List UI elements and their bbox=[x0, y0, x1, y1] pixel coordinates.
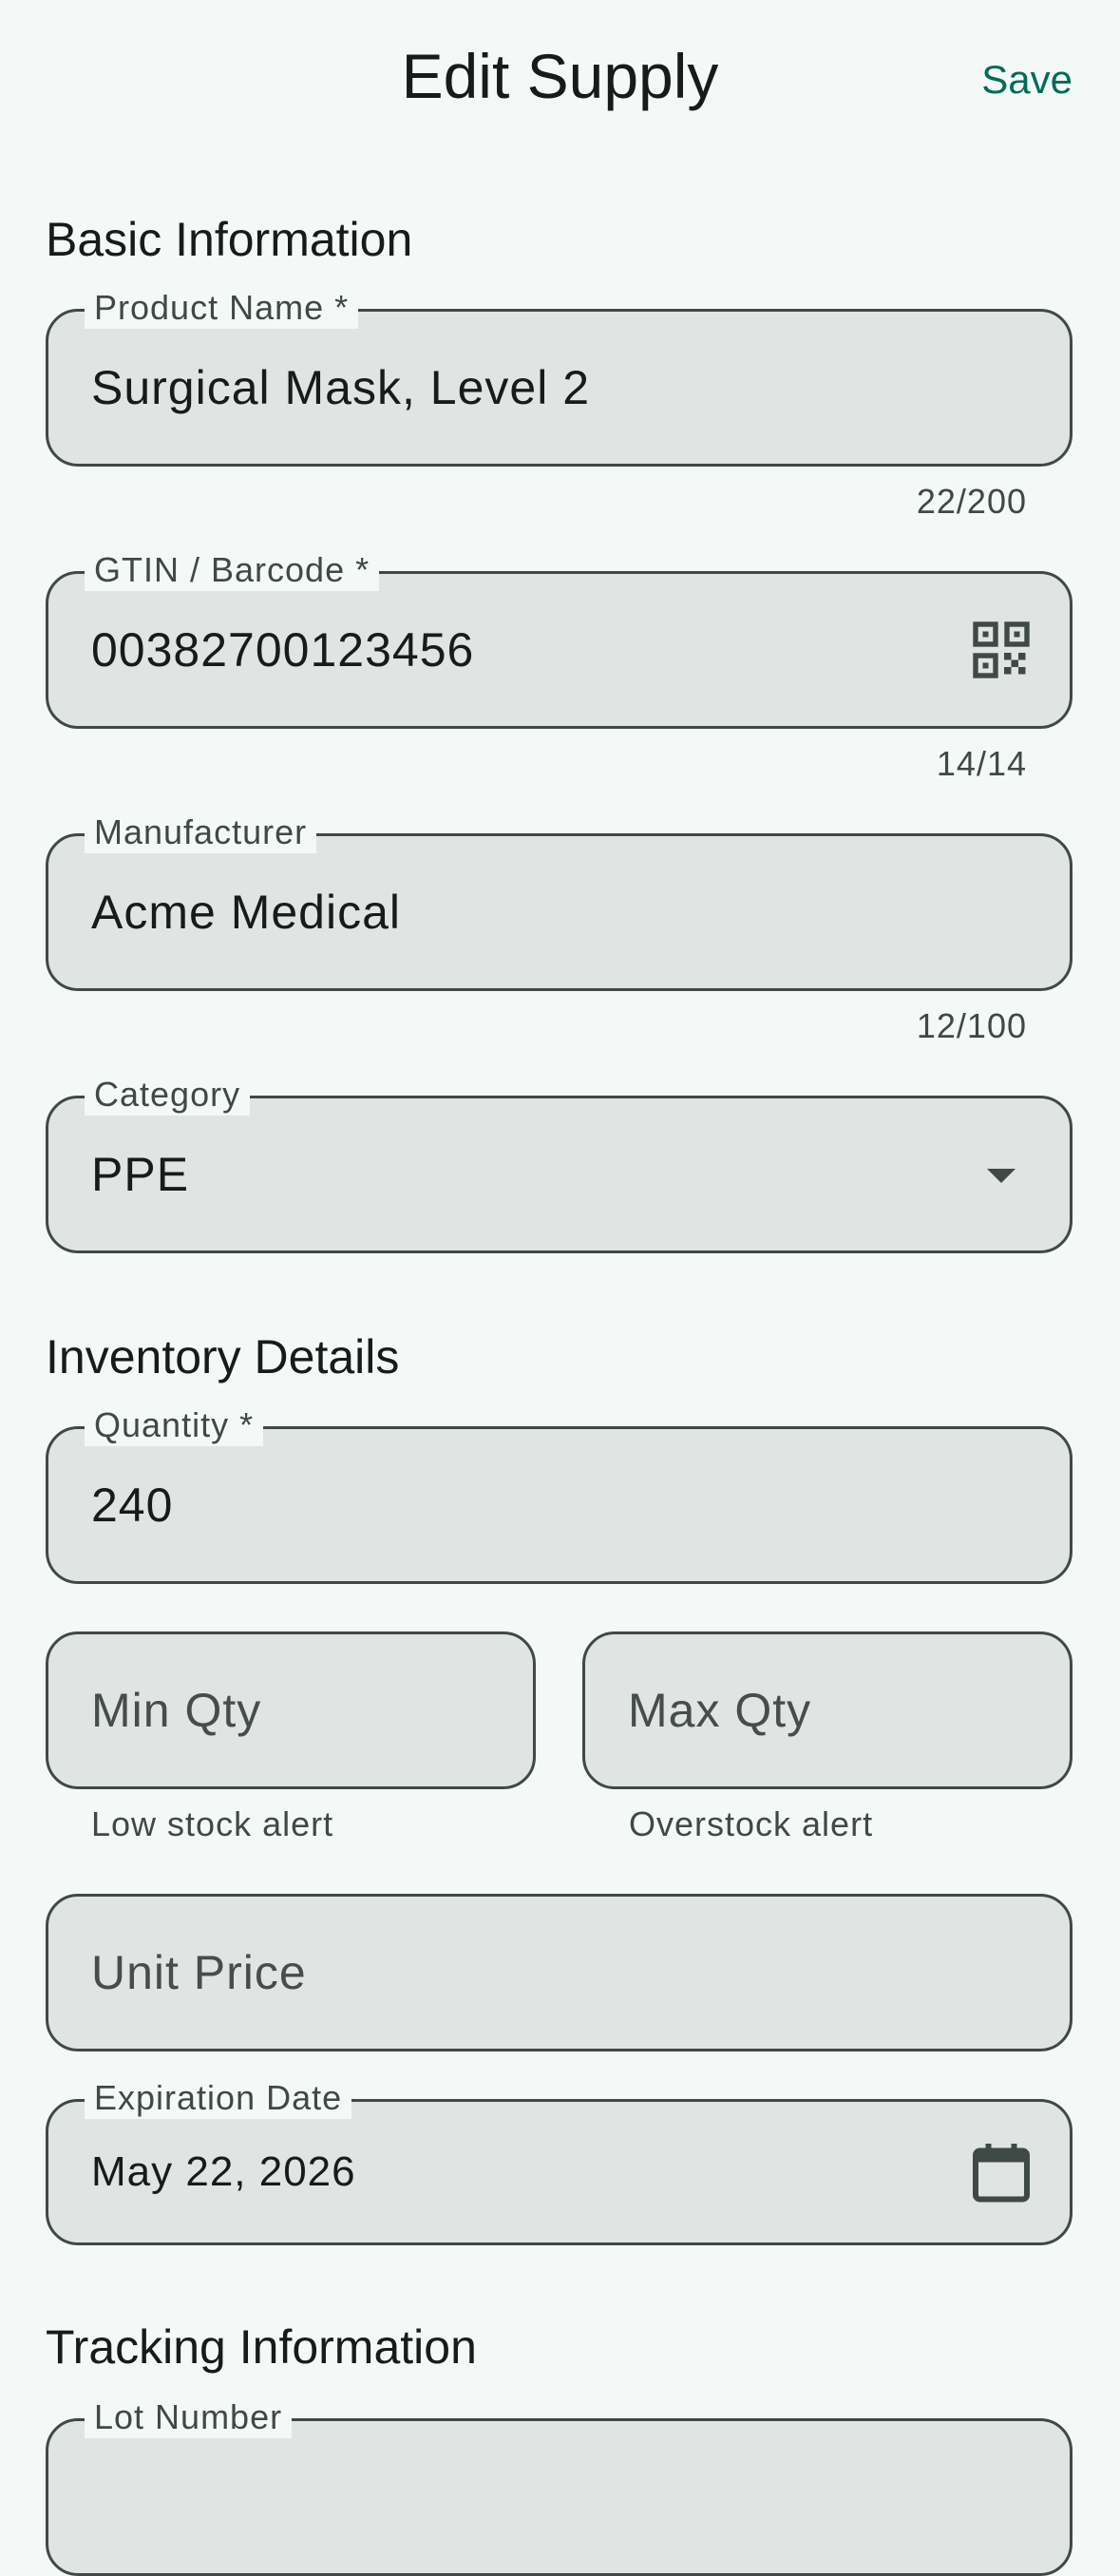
max-qty-helper: Overstock alert bbox=[629, 1804, 874, 1843]
lot-number-field[interactable]: Lot Number bbox=[46, 2396, 1073, 2576]
product-name-field[interactable]: Product Name * Surgical Mask, Level 2 bbox=[46, 287, 1073, 467]
top-app-bar: Edit Supply Save bbox=[0, 0, 1120, 152]
quantity-input[interactable]: 240 bbox=[91, 1477, 173, 1534]
expiration-date-label: Expiration Date bbox=[85, 2077, 352, 2119]
manufacturer-field[interactable]: Manufacturer Acme Medical bbox=[46, 811, 1073, 991]
dropdown-arrow-icon[interactable] bbox=[967, 1140, 1035, 1209]
category-value: PPE bbox=[91, 1148, 190, 1201]
page-title: Edit Supply bbox=[401, 41, 719, 111]
product-name-label: Product Name * bbox=[85, 287, 359, 329]
gtin-counter: 14/14 bbox=[936, 744, 1027, 783]
min-qty-field[interactable]: Min Qty bbox=[46, 1631, 536, 1789]
product-name-counter: 22/200 bbox=[916, 482, 1027, 521]
save-button[interactable]: Save bbox=[981, 53, 1073, 106]
section-title-inventory: Inventory Details bbox=[46, 1330, 400, 1383]
manufacturer-label: Manufacturer bbox=[85, 811, 317, 853]
lot-number-label: Lot Number bbox=[85, 2396, 293, 2438]
manufacturer-counter: 12/100 bbox=[916, 1006, 1027, 1045]
min-qty-input[interactable]: Min Qty bbox=[91, 1682, 261, 1739]
section-title-tracking: Tracking Information bbox=[46, 2320, 477, 2374]
quantity-label: Quantity * bbox=[85, 1404, 264, 1446]
calendar-icon[interactable] bbox=[967, 2138, 1035, 2206]
min-qty-helper: Low stock alert bbox=[91, 1804, 334, 1843]
gtin-label: GTIN / Barcode * bbox=[85, 549, 380, 591]
section-title-basic: Basic Information bbox=[46, 213, 413, 266]
category-select[interactable]: Category PPE bbox=[46, 1074, 1073, 1253]
gtin-field[interactable]: GTIN / Barcode * 00382700123456 bbox=[46, 549, 1073, 729]
gtin-input[interactable]: 00382700123456 bbox=[91, 621, 474, 678]
manufacturer-input[interactable]: Acme Medical bbox=[91, 884, 401, 941]
max-qty-field[interactable]: Max Qty bbox=[582, 1631, 1073, 1789]
expiration-date-value[interactable]: May 22, 2026 bbox=[91, 2144, 356, 2201]
quantity-field[interactable]: Quantity * 240 bbox=[46, 1404, 1073, 1584]
category-label: Category bbox=[85, 1074, 251, 1116]
qr-code-scan-icon[interactable] bbox=[967, 616, 1035, 684]
max-qty-input[interactable]: Max Qty bbox=[628, 1682, 811, 1739]
unit-price-field[interactable]: Unit Price bbox=[46, 1894, 1073, 2051]
expiration-date-field[interactable]: Expiration Date May 22, 2026 bbox=[46, 2077, 1073, 2245]
unit-price-input[interactable]: Unit Price bbox=[91, 1944, 307, 2001]
product-name-input[interactable]: Surgical Mask, Level 2 bbox=[91, 359, 590, 416]
